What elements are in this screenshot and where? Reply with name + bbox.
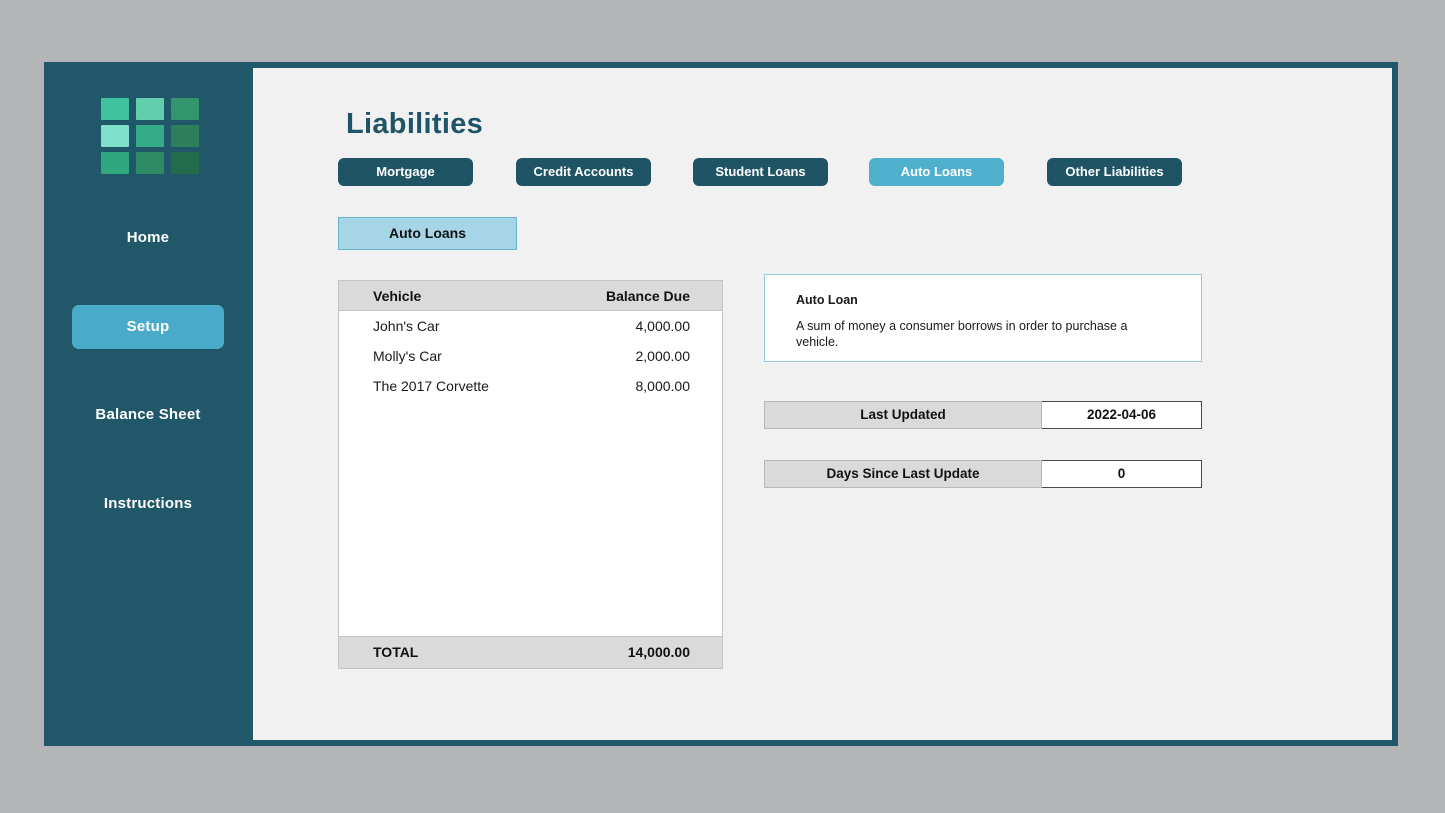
logo-tile-9 <box>171 152 199 174</box>
logo-tile-6 <box>171 125 199 147</box>
sidebar-item-balance-sheet[interactable]: Balance Sheet <box>72 393 224 437</box>
sub-tab-auto-loans[interactable]: Auto Loans <box>338 217 517 250</box>
cell-vehicle: Molly's Car <box>373 348 442 364</box>
main-content: Liabilities Mortgage Credit Accounts Stu… <box>253 68 1392 740</box>
tab-auto-loans[interactable]: Auto Loans <box>869 158 1004 186</box>
sub-tab-auto-loans-label: Auto Loans <box>389 225 466 241</box>
tab-mortgage-label: Mortgage <box>376 164 435 179</box>
tab-auto-loans-label: Auto Loans <box>900 164 973 179</box>
column-header-vehicle: Vehicle <box>373 288 422 304</box>
tab-other-liabilities-label: Other Liabilities <box>1065 164 1164 179</box>
table-header-row: Vehicle Balance Due <box>339 281 722 311</box>
table-row[interactable]: The 2017 Corvette 8,000.00 <box>339 371 722 401</box>
logo-tile-5 <box>136 125 164 147</box>
application-window: Home Setup Balance Sheet Instructions Li… <box>44 62 1398 746</box>
sidebar-item-setup[interactable]: Setup <box>72 305 224 349</box>
cell-balance: 8,000.00 <box>635 378 691 394</box>
tab-student-loans[interactable]: Student Loans <box>693 158 828 186</box>
logo-tile-2 <box>136 98 164 120</box>
days-since-last-update-value[interactable]: 0 <box>1042 460 1202 488</box>
liabilities-table: Vehicle Balance Due John's Car 4,000.00 … <box>338 280 723 637</box>
cell-vehicle: John's Car <box>373 318 440 334</box>
total-value: 14,000.00 <box>627 644 690 660</box>
last-updated-label: Last Updated <box>764 401 1042 429</box>
tab-mortgage[interactable]: Mortgage <box>338 158 473 186</box>
tab-credit-accounts-label: Credit Accounts <box>533 164 634 179</box>
definition-card: Auto Loan A sum of money a consumer borr… <box>764 274 1202 362</box>
sidebar-item-setup-label: Setup <box>126 318 170 335</box>
table-body: John's Car 4,000.00 Molly's Car 2,000.00… <box>339 311 722 401</box>
cell-vehicle: The 2017 Corvette <box>373 378 489 394</box>
tab-student-loans-label: Student Loans <box>715 164 806 179</box>
table-total-row: TOTAL 14,000.00 <box>338 637 723 669</box>
definition-text: A sum of money a consumer borrows in ord… <box>796 319 1128 349</box>
table-row[interactable]: John's Car 4,000.00 <box>339 311 722 341</box>
logo-tile-8 <box>136 152 164 174</box>
total-label: TOTAL <box>373 644 419 660</box>
days-since-last-update-label: Days Since Last Update <box>764 460 1042 488</box>
table-row[interactable]: Molly's Car 2,000.00 <box>339 341 722 371</box>
sidebar-item-instructions[interactable]: Instructions <box>72 482 224 526</box>
column-header-balance-due: Balance Due <box>605 288 690 304</box>
sidebar-item-home-label: Home <box>126 229 170 246</box>
grid-logo <box>101 98 199 176</box>
cell-balance: 2,000.00 <box>635 348 691 364</box>
definition-title: Auto Loan <box>796 293 858 307</box>
sidebar-item-balance-sheet-label: Balance Sheet <box>95 406 201 423</box>
sidebar-item-home[interactable]: Home <box>72 216 224 260</box>
cell-balance: 4,000.00 <box>635 318 691 334</box>
tab-credit-accounts[interactable]: Credit Accounts <box>516 158 651 186</box>
page-title: Liabilities <box>346 108 484 140</box>
logo-tile-3 <box>171 98 199 120</box>
logo-tile-1 <box>101 98 129 120</box>
last-updated-row: Last Updated 2022-04-06 <box>764 401 1202 429</box>
last-updated-value[interactable]: 2022-04-06 <box>1042 401 1202 429</box>
logo-tile-4 <box>101 125 129 147</box>
tab-other-liabilities[interactable]: Other Liabilities <box>1047 158 1182 186</box>
sidebar-item-instructions-label: Instructions <box>103 495 193 512</box>
days-since-last-update-row: Days Since Last Update 0 <box>764 460 1202 488</box>
sidebar: Home Setup Balance Sheet Instructions <box>44 62 253 746</box>
logo-tile-7 <box>101 152 129 174</box>
